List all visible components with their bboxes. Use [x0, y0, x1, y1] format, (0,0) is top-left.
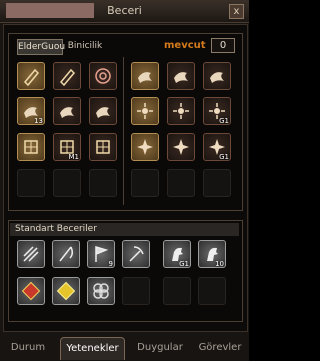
empty-skill-slot[interactable]	[131, 169, 159, 197]
empty-standard-slot[interactable]	[122, 277, 150, 305]
skill-window: Beceri x ElderGuou Binicilik mevcut 0 St…	[0, 0, 249, 361]
empty-skill-slot[interactable]	[17, 169, 45, 197]
empty-skill-slot[interactable]	[167, 169, 195, 197]
tab-gorevler[interactable]: Görevler	[193, 337, 247, 359]
skill-level: G1	[219, 153, 229, 161]
empty-skill-slot[interactable]	[53, 169, 81, 197]
skill-slot[interactable]	[203, 62, 231, 90]
skill-level: 10	[215, 260, 224, 268]
bottom-tab-bar: Durum Yetenekler Duygular Görevler	[0, 331, 249, 361]
empty-skill-slot[interactable]	[89, 169, 117, 197]
skill-level: 9	[108, 260, 113, 268]
skill-slot[interactable]	[131, 133, 159, 161]
skill-level: G1	[219, 117, 229, 125]
skill-slot[interactable]: G1	[203, 97, 231, 125]
skill-slot[interactable]	[17, 133, 45, 161]
skill-level: M1	[68, 153, 80, 161]
skill-slot[interactable]	[89, 62, 117, 90]
standard-skill-slot[interactable]	[122, 240, 150, 268]
standard-skill-slot[interactable]	[87, 277, 115, 305]
mevcut-label: mevcut	[164, 40, 206, 51]
skill-slot[interactable]	[131, 97, 159, 125]
skill-slot[interactable]	[167, 133, 195, 161]
skill-slot[interactable]: M1	[53, 133, 81, 161]
skill-slot[interactable]	[167, 97, 195, 125]
standard-skill-slot[interactable]: G1	[163, 240, 191, 268]
tab-duygular[interactable]: Duygular	[132, 337, 188, 359]
skill-slot[interactable]	[17, 62, 45, 90]
skill-slot[interactable]	[131, 62, 159, 90]
standard-skill-slot[interactable]	[17, 240, 45, 268]
empty-skill-slot[interactable]	[203, 169, 231, 197]
skill-points-value: 0	[211, 38, 235, 53]
skill-level: 13	[34, 117, 43, 125]
column-divider	[123, 57, 124, 205]
standard-skill-slot[interactable]	[52, 277, 80, 305]
tab-yetenekler[interactable]: Yetenekler	[60, 337, 125, 360]
tab-durum[interactable]: Durum	[6, 337, 50, 359]
skill-slot[interactable]: 13	[17, 97, 45, 125]
skill-slot[interactable]	[167, 62, 195, 90]
close-button[interactable]: x	[229, 4, 244, 19]
skill-slot[interactable]	[53, 62, 81, 90]
window-title: Beceri	[107, 4, 142, 17]
empty-standard-slot[interactable]	[198, 277, 226, 305]
standard-skill-slot[interactable]: 9	[87, 240, 115, 268]
standard-skill-slot[interactable]	[52, 240, 80, 268]
skill-slot[interactable]	[89, 97, 117, 125]
standard-skills-title: Standart Beceriler	[10, 223, 239, 236]
standard-skill-slot[interactable]: 10	[198, 240, 226, 268]
skill-level: G1	[179, 260, 189, 268]
subtab-binicilik[interactable]: Binicilik	[63, 39, 107, 53]
skill-slot[interactable]	[53, 97, 81, 125]
skill-slot[interactable]: G1	[203, 133, 231, 161]
subtab-elderguou[interactable]: ElderGuou	[17, 39, 65, 55]
standard-skill-slot[interactable]	[17, 277, 45, 305]
empty-standard-slot[interactable]	[163, 277, 191, 305]
skill-slot[interactable]	[89, 133, 117, 161]
title-bar[interactable]: Beceri x	[0, 0, 249, 23]
